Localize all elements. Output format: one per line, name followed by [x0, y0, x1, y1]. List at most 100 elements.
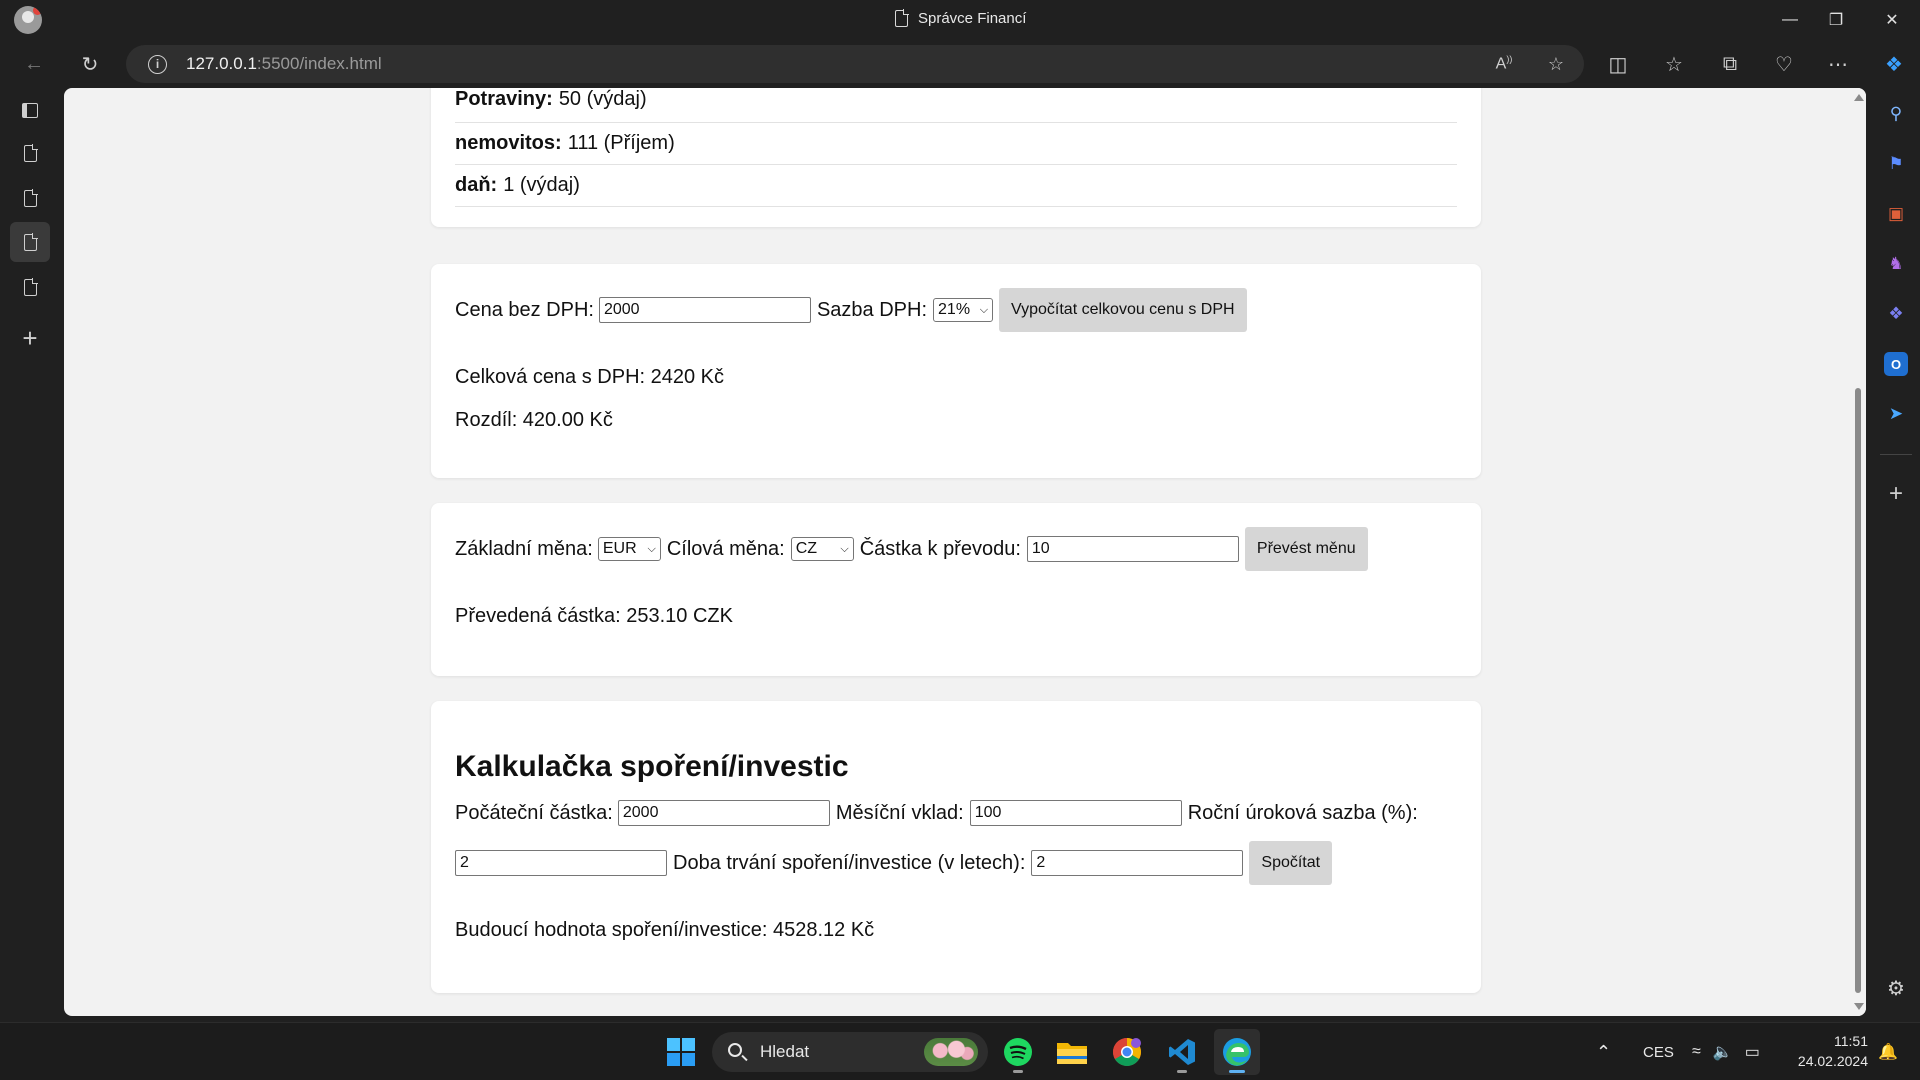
collections-icon: ⧉: [1722, 52, 1738, 75]
system-tray[interactable]: ≈ 🔈 ▭: [1692, 1023, 1760, 1080]
vat-rate-select[interactable]: 21% ⌵: [933, 298, 994, 322]
active-indicator: [1229, 1070, 1245, 1073]
volume-icon: 🔈: [1712, 1044, 1733, 1061]
address-bar[interactable]: i 127.0.0.1:5500/index.html A)) ☆: [126, 45, 1584, 83]
edge-app[interactable]: [1214, 1029, 1260, 1075]
copilot-button[interactable]: ❖: [1878, 48, 1910, 80]
scrollbar-thumb[interactable]: [1855, 388, 1861, 993]
tab-2[interactable]: [10, 178, 50, 218]
url-text[interactable]: 127.0.0.1:5500/index.html: [186, 54, 382, 74]
tab-actions-button[interactable]: [10, 90, 50, 130]
transaction-name: daň:: [455, 174, 498, 196]
price-input[interactable]: [598, 297, 811, 323]
chevron-down-icon: ⌵: [647, 542, 656, 555]
window-title: Správce Financí: [895, 9, 1027, 27]
restore-button[interactable]: ❐: [1808, 0, 1864, 40]
spotify-app[interactable]: [995, 1029, 1041, 1075]
search-icon: ⚲: [1889, 104, 1903, 123]
transaction-amount: 1 (výdaj): [503, 174, 580, 196]
interest-rate-input[interactable]: [455, 850, 667, 876]
sidebar-drop-button[interactable]: ➤: [1884, 402, 1908, 426]
vscode-icon: [1169, 1039, 1195, 1065]
page-scrollbar[interactable]: [1850, 88, 1866, 1016]
edge-sidebar: ⚲ ⚑ ▣ ♞ ❖ O ➤ + ⚙: [1872, 88, 1920, 1022]
more-button[interactable]: ⋯: [1822, 48, 1854, 80]
heart-pulse-icon: ♡: [1775, 53, 1793, 76]
site-info-icon[interactable]: i: [148, 55, 167, 74]
plus-icon: +: [22, 323, 38, 353]
url-host: 127.0.0.1: [186, 54, 257, 73]
vat-rate-value: 21%: [938, 301, 971, 318]
calculate-vat-button[interactable]: Vypočítat celkovou cenu s DPH: [999, 288, 1247, 332]
vscode-app[interactable]: [1159, 1029, 1205, 1075]
vat-difference-text: Rozdíl: 420.00 Kč: [455, 409, 613, 431]
clock[interactable]: 11:51 24.02.2024: [1790, 1031, 1868, 1071]
chrome-app[interactable]: [1104, 1029, 1150, 1075]
chevron-down-icon: ⌵: [979, 303, 989, 316]
sidebar-copilot-button[interactable]: ❖: [1884, 302, 1908, 326]
read-aloud-button[interactable]: A)): [1488, 48, 1520, 80]
initial-amount-input[interactable]: [617, 800, 830, 826]
running-indicator: [1177, 1070, 1187, 1073]
target-currency-select[interactable]: CZ ⌵: [790, 537, 854, 561]
list-item: Potraviny: 50 (výdaj): [455, 88, 1457, 123]
wifi-icon: ≈: [1692, 1043, 1701, 1060]
tab-3-active[interactable]: [10, 222, 50, 262]
refresh-button[interactable]: ↻: [74, 48, 106, 80]
tab-4[interactable]: [10, 267, 50, 307]
calculate-savings-button[interactable]: Spočítat: [1249, 841, 1333, 885]
split-screen-icon: ◫: [1608, 53, 1628, 76]
notifications-button[interactable]: 🔔: [1878, 1023, 1898, 1080]
language-text: CES: [1643, 1043, 1674, 1061]
base-currency-select[interactable]: EUR ⌵: [597, 537, 661, 561]
page-viewport: Potraviny: 50 (výdaj) nemovitos: 111 (Příj…: [64, 88, 1866, 1016]
folder-icon: [1057, 1043, 1087, 1064]
refresh-icon: ↻: [81, 53, 99, 76]
minimize-icon: —: [1782, 11, 1798, 28]
back-button[interactable]: ←: [18, 48, 50, 80]
convert-currency-button[interactable]: Převést měnu: [1244, 527, 1368, 571]
file-explorer-app[interactable]: [1049, 1029, 1095, 1075]
search-icon: [728, 1043, 742, 1057]
close-button[interactable]: ✕: [1864, 0, 1920, 40]
sidebar-add-button[interactable]: +: [1884, 480, 1908, 507]
favorites-button[interactable]: ☆: [1658, 48, 1690, 80]
split-screen-button[interactable]: ◫: [1602, 48, 1634, 80]
sidebar-outlook-button[interactable]: O: [1884, 352, 1908, 376]
tab-1[interactable]: [10, 133, 50, 173]
sidebar-divider: [1880, 454, 1912, 455]
page-icon: [23, 143, 38, 162]
language-indicator[interactable]: CES: [1643, 1023, 1674, 1080]
browser-toolbar: ← ↻ i 127.0.0.1:5500/index.html A)) ☆ ◫ …: [0, 40, 1920, 88]
windows-taskbar: Hledat ⌃ CES ≈ 🔈 ▭ 11:51 24.02.2024 🔔: [0, 1022, 1920, 1080]
bell-icon: 🔔: [1878, 1044, 1898, 1061]
favorite-button[interactable]: ☆: [1540, 48, 1572, 80]
vat-total-text: Celková cena s DPH: 2420 Kč: [455, 366, 725, 388]
show-hidden-icons-button[interactable]: ⌃: [1596, 1023, 1611, 1080]
new-tab-button[interactable]: +: [10, 318, 50, 358]
vat-rate-label: Sazba DPH:: [816, 298, 928, 321]
savings-heading: Kalkulačka spoření/investic: [455, 750, 849, 783]
sidebar-games-button[interactable]: ♞: [1884, 252, 1908, 276]
collections-button[interactable]: ⧉: [1714, 48, 1746, 80]
spotify-icon: [1004, 1038, 1032, 1066]
sidebar-settings-button[interactable]: ⚙: [1884, 976, 1908, 1000]
sidebar-tools-button[interactable]: ▣: [1884, 202, 1908, 226]
page-content: Potraviny: 50 (výdaj) nemovitos: 111 (Příj…: [64, 88, 1866, 1016]
browser-essentials-button[interactable]: ♡: [1768, 48, 1800, 80]
sidebar-search-button[interactable]: ⚲: [1884, 102, 1908, 126]
send-icon: ➤: [1888, 404, 1904, 423]
scroll-up-icon[interactable]: [1854, 94, 1864, 101]
copilot-icon: ❖: [1885, 53, 1903, 76]
taskbar-search[interactable]: Hledat: [712, 1032, 988, 1072]
profile-avatar[interactable]: [14, 6, 42, 34]
window-title-text: Správce Financí: [918, 10, 1027, 27]
read-aloud-icon: A)): [1495, 54, 1513, 73]
vat-calculator-card: Cena bez DPH: Sazba DPH: 21% ⌵ Vypočítat …: [431, 264, 1481, 478]
amount-input[interactable]: [1026, 536, 1239, 562]
scroll-down-icon[interactable]: [1854, 1003, 1864, 1010]
monthly-deposit-input[interactable]: [969, 800, 1182, 826]
duration-input[interactable]: [1031, 850, 1244, 876]
sidebar-shopping-button[interactable]: ⚑: [1884, 152, 1908, 176]
start-button[interactable]: [658, 1029, 704, 1075]
